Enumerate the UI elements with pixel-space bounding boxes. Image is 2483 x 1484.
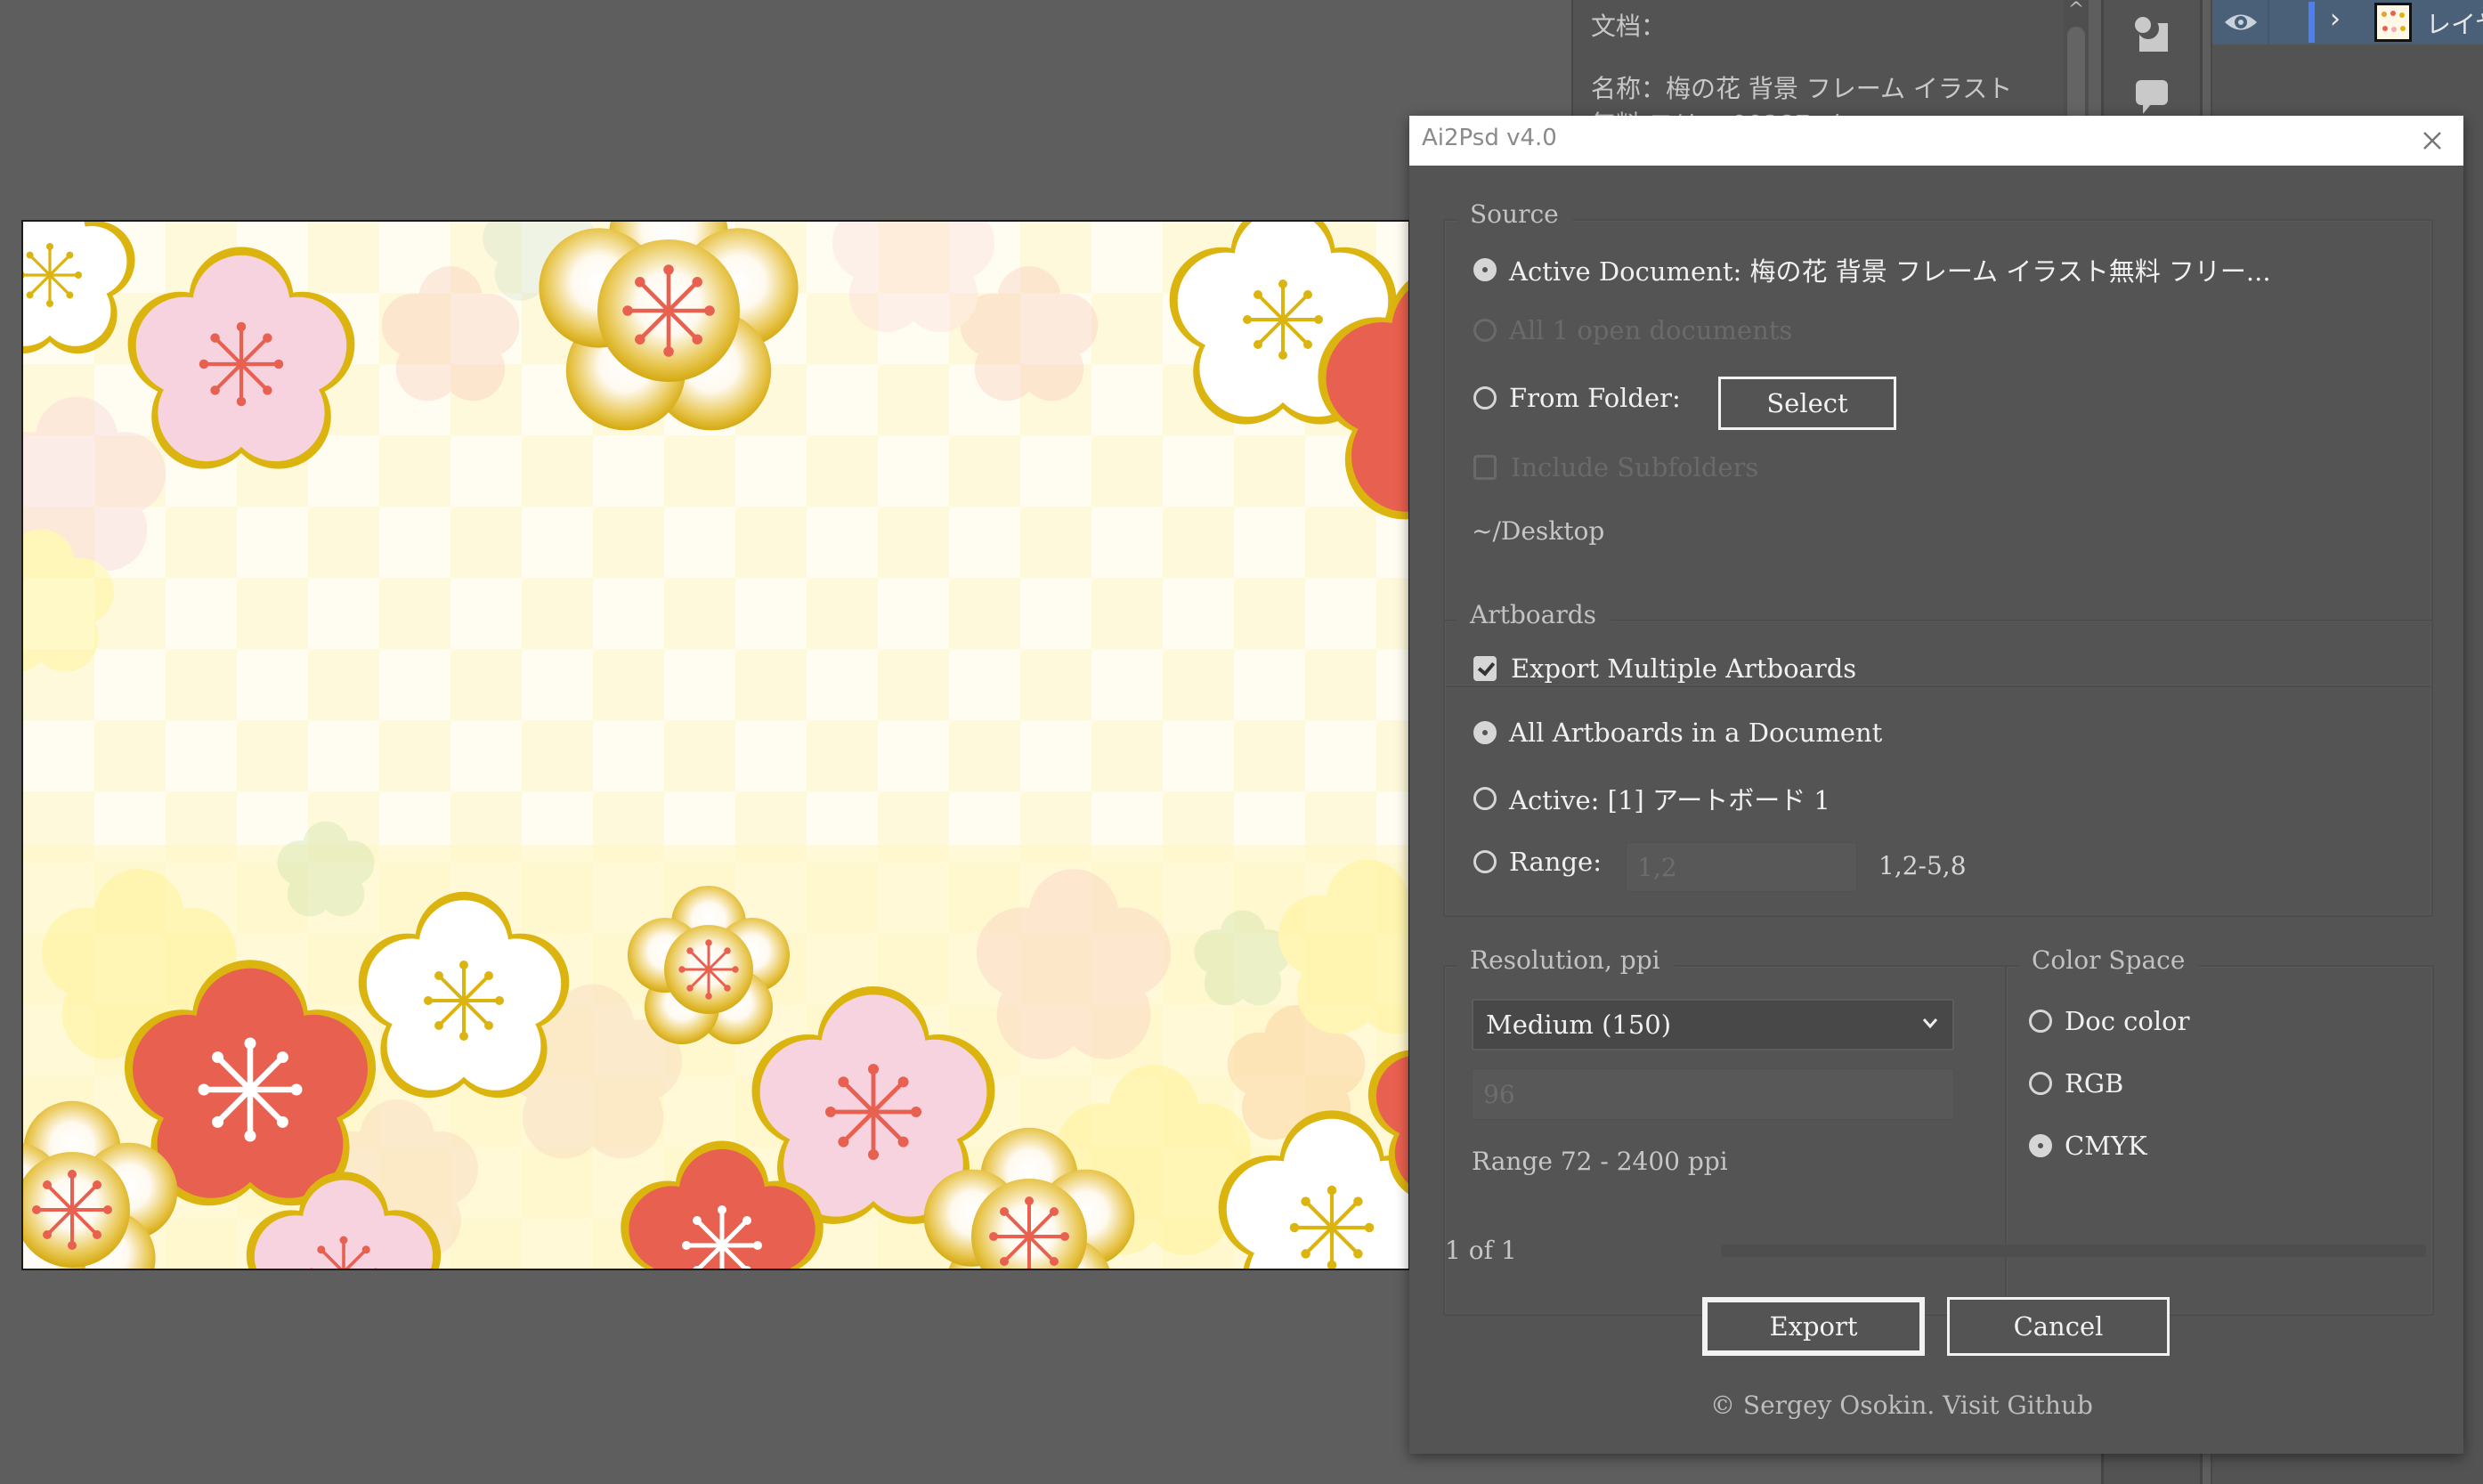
progress-text: 1 of 1	[1445, 1236, 1517, 1265]
scroll-up-icon[interactable]: ^	[2067, 0, 2085, 21]
custom-resolution-input[interactable]: 96	[1472, 1068, 1954, 1120]
document-name: 名称：梅の花 背景 フレーム イラスト	[1591, 74, 2013, 103]
radio-button-checked[interactable]	[2029, 1134, 2052, 1157]
dialog-title: Ai2Psd v4.0	[1422, 125, 1557, 151]
range-label: Range:	[1509, 847, 1602, 877]
progress-bar	[1721, 1245, 2426, 1257]
dialog-titlebar[interactable]: Ai2Psd v4.0	[1409, 116, 2463, 166]
artboards-legend: Artboards	[1457, 600, 1611, 629]
eye-icon[interactable]	[2221, 7, 2260, 37]
artwork-plum-blossoms	[23, 222, 1408, 1269]
select-folder-button[interactable]: Select	[1718, 377, 1896, 430]
checkbox-checked[interactable]	[1473, 656, 1497, 681]
radio-cmyk[interactable]: CMYK	[2029, 1131, 2147, 1161]
layer-row[interactable]: › レイヤ	[2212, 0, 2483, 45]
radio-all-artboards[interactable]: All Artboards in a Document	[1473, 718, 1882, 748]
radio-button[interactable]	[1473, 850, 1497, 873]
artboard-canvas[interactable]	[21, 220, 1410, 1270]
blossom-gold	[539, 222, 799, 431]
radio-from-folder[interactable]: From Folder:	[1473, 383, 1681, 413]
radio-range[interactable]: Range:	[1473, 847, 1602, 877]
radio-all-open-documents[interactable]: All 1 open documents	[1473, 315, 1792, 345]
resolution-legend: Resolution, ppi	[1457, 945, 1675, 975]
radio-active-artboard[interactable]: Active: [1] アートボード 1	[1473, 780, 1830, 817]
all-artboards-label: All Artboards in a Document	[1509, 718, 1883, 748]
footer-link[interactable]: © Sergey Osokin. Visit Github	[1710, 1391, 2093, 1420]
shapes-icon[interactable]	[2130, 12, 2171, 53]
all-open-documents-label: All 1 open documents	[1509, 315, 1793, 345]
radio-button[interactable]	[2029, 1072, 2052, 1095]
radio-active-document[interactable]: Active Document: 梅の花 背景 フレーム イラスト無料 フリー.…	[1473, 251, 2271, 288]
export-multiple-artboards-checkbox[interactable]: Export Multiple Artboards	[1473, 653, 1856, 684]
radio-button[interactable]	[1473, 386, 1497, 410]
scrollbar-thumb[interactable]	[2067, 27, 2085, 125]
radio-button[interactable]	[1473, 319, 1497, 342]
resolution-range-text: Range 72 - 2400 ppi	[1472, 1147, 1728, 1176]
radio-button[interactable]	[2029, 1010, 2052, 1033]
range-hint: 1,2-5,8	[1878, 851, 1967, 880]
source-legend: Source	[1457, 199, 1573, 229]
radio-rgb[interactable]: RGB	[2029, 1068, 2123, 1099]
chevron-down-icon	[1922, 1018, 1938, 1029]
cancel-button[interactable]: Cancel	[1947, 1297, 2170, 1356]
radio-doc-color[interactable]: Doc color	[2029, 1006, 2189, 1036]
rgb-label: RGB	[2065, 1068, 2124, 1099]
radio-button[interactable]	[1473, 787, 1497, 810]
radio-button-checked[interactable]	[1473, 258, 1497, 281]
divider	[2268, 0, 2269, 45]
active-document-label: Active Document: 梅の花 背景 フレーム イラスト無料 フリー.…	[1509, 256, 2271, 287]
comment-icon[interactable]	[2130, 77, 2171, 118]
document-panel-scrollbar[interactable]: ^	[2064, 0, 2089, 125]
layer-thumbnail	[2374, 3, 2412, 42]
chevron-right-icon[interactable]: ›	[2330, 4, 2341, 35]
folder-path: ~/Desktop	[1472, 516, 1605, 546]
custom-resolution-placeholder: 96	[1483, 1079, 1515, 1109]
document-info-panel: 文档： 名称：梅の花 背景 フレーム イラスト 無料 フリー 00287.ai	[1571, 0, 2088, 139]
export-button[interactable]: Export	[1702, 1297, 1925, 1356]
close-icon[interactable]	[2419, 127, 2446, 154]
cmyk-label: CMYK	[2065, 1131, 2147, 1161]
resolution-dropdown[interactable]: Medium (150)	[1472, 999, 1954, 1050]
from-folder-label: From Folder:	[1509, 383, 1681, 413]
layer-name: レイヤ	[2426, 10, 2483, 39]
radio-button-checked[interactable]	[1473, 721, 1497, 744]
export-multiple-artboards-label: Export Multiple Artboards	[1511, 653, 1857, 684]
include-subfolders-checkbox[interactable]: Include Subfolders	[1473, 452, 1758, 483]
range-input[interactable]: 1,2	[1626, 842, 1857, 892]
doc-color-label: Doc color	[2065, 1006, 2190, 1036]
resolution-selected-value: Medium (150)	[1486, 1010, 1672, 1040]
include-subfolders-label: Include Subfolders	[1511, 452, 1759, 483]
color-space-legend: Color Space	[2019, 945, 2200, 975]
active-artboard-label: Active: [1] アートボード 1	[1509, 785, 1830, 815]
layer-color-indicator	[2309, 2, 2315, 43]
checkbox[interactable]	[1473, 455, 1497, 480]
document-label: 文档：	[1591, 12, 1667, 41]
ai2psd-dialog: Ai2Psd v4.0 Source Active Document: 梅の花 …	[1409, 116, 2463, 1454]
range-input-placeholder: 1,2	[1637, 852, 1677, 882]
